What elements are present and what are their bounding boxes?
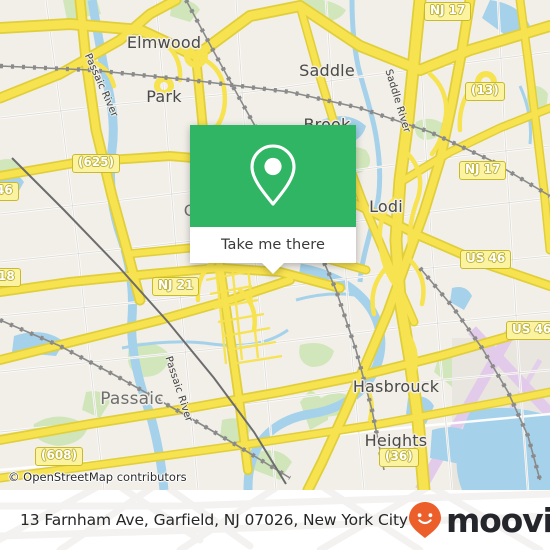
- popup-action-panel[interactable]: Take me there: [190, 227, 356, 263]
- map-pin-icon: [250, 144, 296, 206]
- popup-tail-pointer: [262, 263, 284, 274]
- moovit-wordmark: moovit: [446, 500, 550, 540]
- osm-attribution[interactable]: © OpenStreetMap contributors: [8, 470, 187, 484]
- map-canvas[interactable]: Elmwood Park Saddle Brook Lodi Passaic H…: [0, 0, 550, 490]
- popup-image-panel: [190, 125, 356, 227]
- moovit-pin-smile-icon: [409, 502, 441, 538]
- take-me-there-popup[interactable]: Take me there: [190, 125, 356, 274]
- moovit-brand[interactable]: moovit: [408, 501, 550, 539]
- footer-bar: 13 Farnham Ave, Garfield, NJ 07026, New …: [0, 490, 550, 550]
- moovit-map-screenshot: Elmwood Park Saddle Brook Lodi Passaic H…: [0, 0, 550, 550]
- address-text: 13 Farnham Ave, Garfield, NJ 07026, New …: [20, 511, 408, 529]
- take-me-there-label: Take me there: [220, 237, 326, 253]
